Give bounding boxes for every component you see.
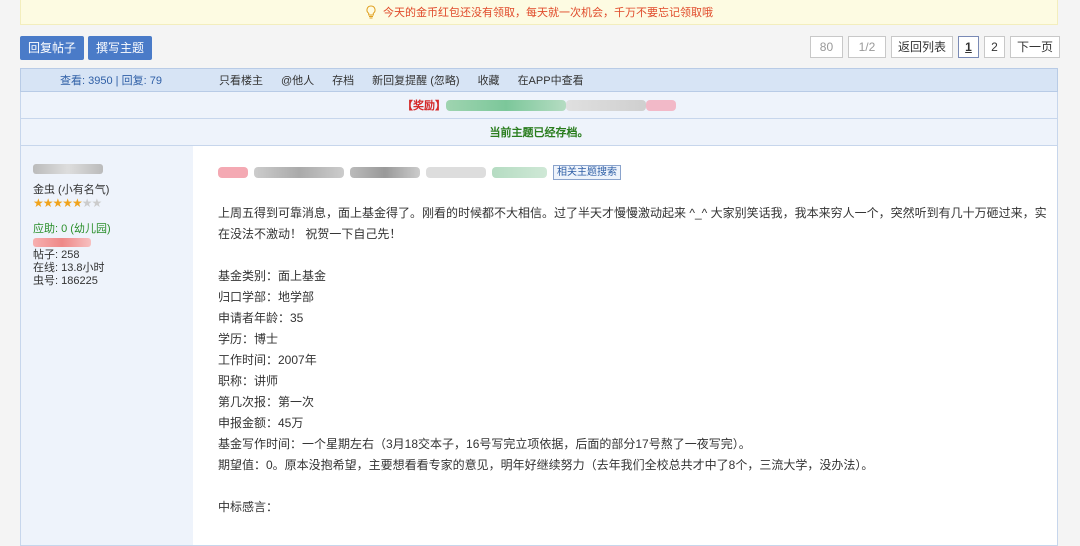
- title-blurred: [426, 166, 486, 178]
- lightbulb-icon: [366, 5, 376, 19]
- next-page-link[interactable]: 下一页: [1009, 36, 1060, 58]
- field-line: 第几次报：第一次: [218, 395, 315, 409]
- notice-text: 今天的金币红包还没有领取，每天就一次机会，千万不要忘记领取哦: [383, 7, 713, 19]
- field-line: 基金写作时间：一个星期左右（3月18交本子，16号写完立项依据，后面的部分17号…: [218, 437, 751, 451]
- notice-banner[interactable]: 今天的金币红包还没有领取，每天就一次机会，千万不要忘记领取哦: [20, 0, 1058, 25]
- title-blurred: [254, 166, 344, 178]
- field-line: 工作时间：2007年: [218, 353, 317, 367]
- title-blurred: [350, 166, 420, 178]
- author-uid: 虫号: 186225: [33, 275, 98, 287]
- reward-text-blurred: [566, 99, 646, 111]
- title-blurred: [218, 166, 248, 178]
- reply-alert-link[interactable]: 新回复提醒 (忽略): [372, 72, 459, 88]
- related-search-link[interactable]: 相关主题搜索: [553, 164, 621, 180]
- reward-tag: 【奖励】: [402, 100, 446, 112]
- post-title: 相关主题搜索: [218, 162, 1048, 182]
- post-count: 80: [809, 36, 843, 58]
- post-intro: 上周五得到可靠消息，面上基金得了。刚看的时候都不大相信。过了半天才慢慢激动起来 …: [218, 206, 1047, 241]
- post: 金虫 (小有名气) ★★★★★★★ 应助: 0 (幼儿园) 帖子: 258 在线…: [20, 146, 1058, 546]
- page-indicator: 1/2: [847, 36, 886, 58]
- author-online: 在线: 13.8小时: [33, 262, 105, 274]
- reward-text-blurred: [646, 99, 676, 111]
- back-to-list-link[interactable]: 返回列表: [890, 36, 953, 58]
- author-posts: 帖子: 258: [33, 249, 80, 261]
- post-toolbar: 回复帖子 撰写主题 80 1/2 返回列表 1 2 下一页: [20, 36, 1060, 60]
- thread-stats: 查看: 3950 | 回复: 79: [60, 75, 162, 87]
- field-line: 申请者年龄：35: [218, 311, 304, 325]
- reply-button[interactable]: 回复帖子: [20, 36, 84, 60]
- author-panel: 金虫 (小有名气) ★★★★★★★ 应助: 0 (幼儿园) 帖子: 258 在线…: [21, 146, 193, 545]
- field-line: 基金类别：面上基金: [218, 269, 327, 283]
- field-line: 职称：讲师: [218, 374, 279, 388]
- page-1-link[interactable]: 1: [957, 36, 979, 58]
- page-2-link[interactable]: 2: [983, 36, 1005, 58]
- pagination: 80 1/2 返回列表 1 2 下一页: [809, 36, 1060, 58]
- field-line: 期望值：0。原本没抱希望，主要想看看专家的意见，明年好继续努力（去年我们全校总共…: [218, 458, 874, 472]
- title-blurred: [492, 166, 547, 178]
- thread-info-bar: 查看: 3950 | 回复: 79 只看楼主 @他人 存档 新回复提醒 (忽略)…: [20, 68, 1058, 92]
- section-title: 中标感言：: [218, 500, 279, 514]
- rating-stars: ★★★★★★★: [33, 196, 102, 210]
- favorite-link[interactable]: 收藏: [478, 72, 500, 88]
- author-help: 应助: 0 (幼儿园): [33, 223, 111, 235]
- post-content: 相关主题搜索 上周五得到可靠消息，面上基金得了。刚看的时候都不大相信。过了半天才…: [218, 146, 1048, 518]
- author-badge-blurred: [33, 238, 91, 247]
- archived-notice: 当前主题已经存档。: [20, 119, 1058, 146]
- app-view-link[interactable]: 在APP中查看: [518, 72, 584, 88]
- field-line: 申报金额：45万: [218, 416, 304, 430]
- archive-link[interactable]: 存档: [332, 72, 354, 88]
- reward-text-blurred: [446, 99, 566, 111]
- author-name-blurred[interactable]: [33, 164, 103, 174]
- field-line: 学历：博士: [218, 332, 279, 346]
- field-line: 归口学部：地学部: [218, 290, 315, 304]
- mention-link[interactable]: @他人: [281, 72, 314, 88]
- new-topic-button[interactable]: 撰写主题: [88, 36, 152, 60]
- only-op-link[interactable]: 只看楼主: [219, 72, 263, 88]
- reward-row: 【奖励】: [20, 92, 1058, 119]
